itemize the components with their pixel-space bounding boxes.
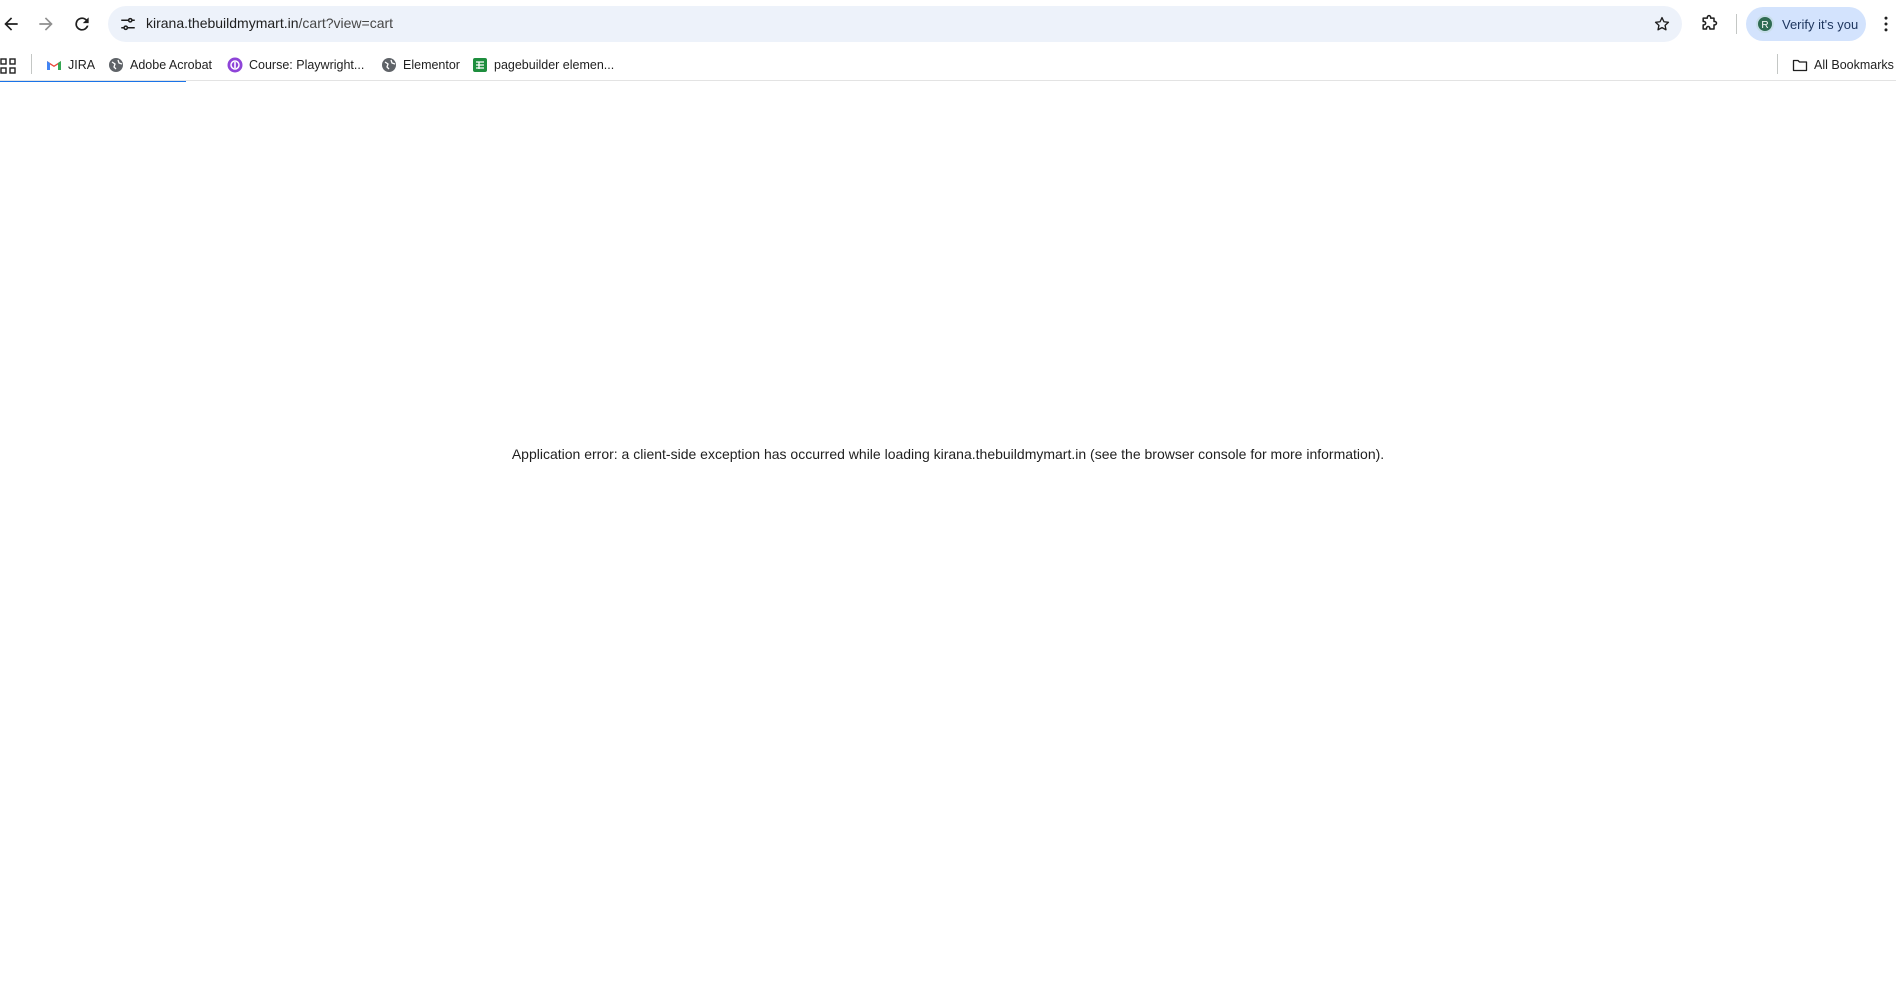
application-error-message: Application error: a client-side excepti… bbox=[511, 446, 1385, 462]
bookmark-course-playwright[interactable]: Course: Playwright... bbox=[227, 54, 364, 76]
bookmark-pagebuilder[interactable]: pagebuilder elemen... bbox=[472, 54, 614, 76]
bookmark-label: Course: Playwright... bbox=[249, 58, 365, 72]
all-bookmarks-button[interactable]: All Bookmarks bbox=[1792, 54, 1894, 76]
forward-button[interactable] bbox=[30, 8, 62, 40]
url-text[interactable]: kirana.thebuildmymart.in/cart?view=cart bbox=[146, 15, 393, 31]
bookmark-label: Adobe Acrobat bbox=[130, 58, 213, 72]
toolbar-divider bbox=[1736, 14, 1737, 34]
bookmark-jira[interactable]: JIRA bbox=[46, 54, 95, 76]
more-vert-icon bbox=[1884, 16, 1888, 32]
profile-verify-button[interactable]: R Verify it's you bbox=[1746, 7, 1866, 41]
bookmark-adobe-acrobat[interactable]: Adobe Acrobat bbox=[108, 54, 212, 76]
bookmarks-divider bbox=[1777, 54, 1778, 74]
extensions-button[interactable] bbox=[1693, 8, 1725, 40]
bookmark-elementor[interactable]: Elementor bbox=[381, 54, 460, 76]
avatar: R bbox=[1756, 15, 1774, 33]
bookmarks-bar: JIRA Adobe Acrobat Course: Playwright...… bbox=[0, 48, 1896, 81]
folder-icon bbox=[1792, 57, 1808, 73]
sheets-icon bbox=[472, 57, 488, 73]
url-path: /cart?view=cart bbox=[298, 15, 394, 31]
course-icon bbox=[227, 57, 243, 73]
gmail-icon bbox=[46, 57, 62, 73]
verify-label: Verify it's you bbox=[1782, 16, 1859, 32]
bookmark-label: pagebuilder elemen... bbox=[494, 58, 615, 72]
back-button[interactable] bbox=[0, 8, 27, 40]
arrow-right-icon bbox=[39, 17, 53, 31]
bookmark-label: Elementor bbox=[403, 58, 460, 72]
browser-toolbar: kirana.thebuildmymart.in/cart?view=cart … bbox=[0, 0, 1896, 48]
bookmarks-divider bbox=[31, 54, 32, 74]
page-content bbox=[0, 82, 1896, 993]
puzzle-icon bbox=[1702, 14, 1718, 30]
reload-icon bbox=[75, 17, 89, 31]
bookmark-label: JIRA bbox=[68, 58, 96, 72]
reload-button[interactable] bbox=[66, 8, 98, 40]
site-info-icon[interactable] bbox=[116, 12, 140, 36]
globe-icon bbox=[108, 57, 124, 73]
arrow-left-icon bbox=[4, 17, 18, 31]
apps-grid-icon[interactable] bbox=[0, 58, 16, 74]
globe-icon bbox=[381, 57, 397, 73]
all-bookmarks-label: All Bookmarks bbox=[1814, 58, 1894, 72]
url-host: kirana.thebuildmymart.in bbox=[146, 15, 299, 31]
address-bar[interactable]: kirana.thebuildmymart.in/cart?view=cart bbox=[108, 6, 1682, 42]
menu-button[interactable] bbox=[1870, 8, 1896, 40]
bookmark-star-icon[interactable] bbox=[1650, 12, 1674, 36]
